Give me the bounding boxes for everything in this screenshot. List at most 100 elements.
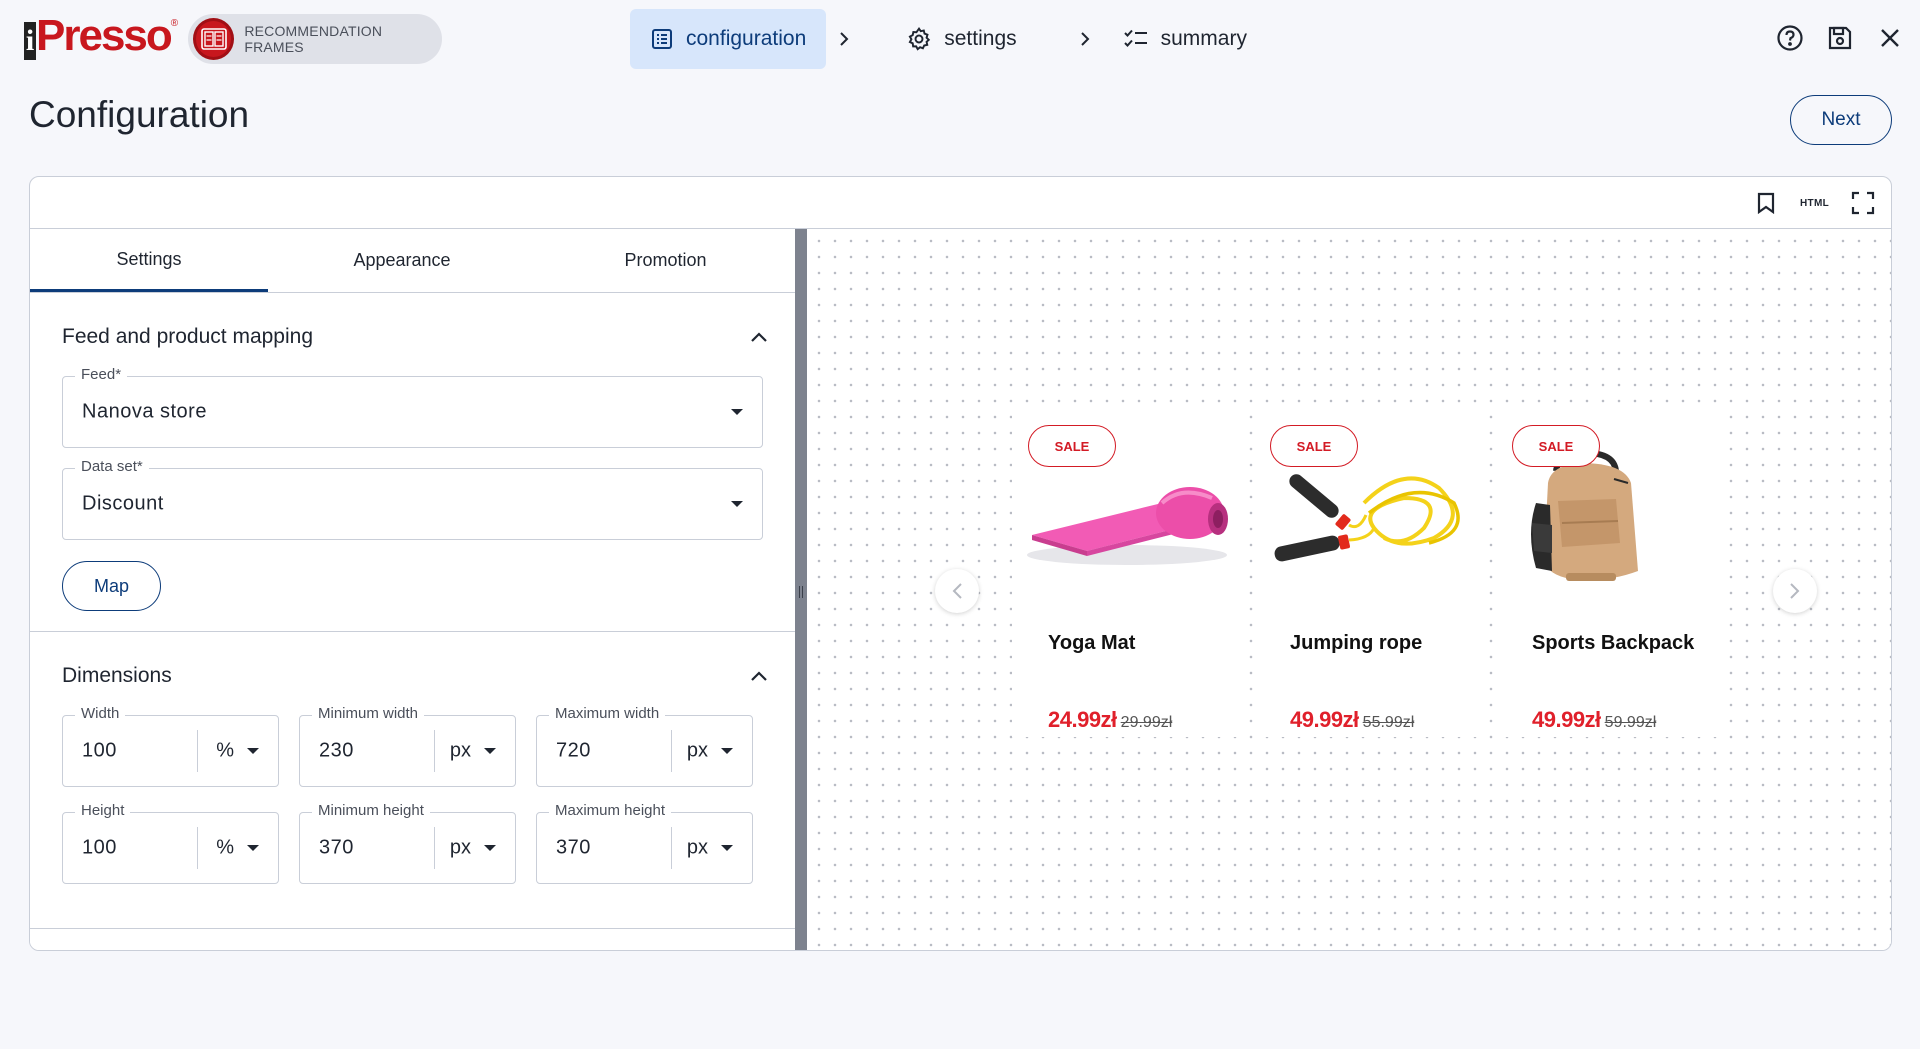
min-width-field[interactable]: Minimum width 230 px — [299, 705, 516, 787]
height-field[interactable]: Height 100 % — [62, 802, 279, 884]
min-height-unit-select[interactable]: px — [450, 837, 471, 860]
dataset-select[interactable]: Data set* Discount — [62, 458, 763, 540]
height-label: Height — [75, 802, 131, 819]
required-mark: * — [115, 366, 122, 383]
step-summary[interactable]: summary — [1103, 9, 1267, 69]
product-card[interactable]: SALE Sports Backpack 49.99zł 59.99zł — [1496, 407, 1726, 737]
dataset-label: Data set — [81, 458, 137, 475]
feed-mapping-header[interactable]: Feed and product mapping — [30, 293, 795, 381]
drag-handle-icon[interactable] — [799, 586, 803, 598]
section-title: Feed and product mapping — [62, 325, 314, 348]
page-title: Configuration — [29, 94, 250, 135]
max-height-label: Maximum height — [549, 802, 672, 819]
product-card[interactable]: SALE Yoga Mat 24.99zł 29.99zł — [1012, 407, 1242, 737]
tab-appearance[interactable]: Appearance — [268, 229, 536, 292]
carousel-prev-button[interactable] — [935, 569, 979, 613]
caret-down-icon — [730, 408, 744, 416]
min-height-value[interactable]: 370 — [319, 837, 354, 860]
width-label: Width — [75, 705, 126, 722]
product-price: 49.99zł — [1532, 707, 1601, 732]
tab-settings[interactable]: Settings — [30, 229, 268, 292]
html-view-button[interactable]: HTML — [1800, 189, 1829, 217]
top-bar: i Presso ® RECOMMENDATION FRAMES configu… — [0, 0, 1920, 78]
product-prices: 24.99zł 29.99zł — [1048, 707, 1172, 733]
settings-panel: Settings Appearance Promotion Feed and p… — [30, 229, 795, 950]
step-label: configuration — [686, 27, 807, 50]
caret-down-icon[interactable] — [246, 844, 260, 852]
help-icon[interactable] — [1774, 22, 1806, 54]
close-icon[interactable] — [1874, 22, 1906, 54]
feed-label: Feed — [81, 366, 116, 383]
product-name: Yoga Mat — [1048, 632, 1136, 654]
step-label: summary — [1160, 27, 1247, 50]
dataset-value: Discount — [82, 492, 164, 515]
save-icon[interactable] — [1824, 22, 1856, 54]
configuration-card: HTML Settings Appearance Promotion Feed … — [29, 176, 1892, 951]
feed-select[interactable]: Feed* Nanova store — [62, 366, 763, 448]
min-width-label: Minimum width — [312, 705, 425, 722]
height-value[interactable]: 100 — [82, 837, 117, 860]
checklist-icon — [1123, 28, 1149, 50]
width-field[interactable]: Width 100 % — [62, 705, 279, 787]
product-price: 49.99zł — [1290, 707, 1359, 732]
max-height-value[interactable]: 370 — [556, 837, 591, 860]
product-prices: 49.99zł 59.99zł — [1532, 707, 1656, 733]
step-configuration[interactable]: configuration — [630, 9, 827, 69]
max-width-value[interactable]: 720 — [556, 740, 591, 763]
caret-down-icon[interactable] — [720, 844, 734, 852]
min-height-label: Minimum height — [312, 802, 430, 819]
ipresso-logo: i Presso ® — [24, 11, 179, 60]
feed-mapping-section: Feed and product mapping Feed* Nanova st… — [30, 293, 795, 632]
min-width-value[interactable]: 230 — [319, 740, 354, 763]
map-button[interactable]: Map — [62, 561, 161, 611]
product-old-price: 29.99zł — [1120, 714, 1173, 731]
wizard-steps: configuration settings summary — [630, 9, 1267, 69]
caret-down-icon[interactable] — [483, 747, 497, 755]
step-settings[interactable]: settings — [886, 9, 1036, 69]
product-prices: 49.99zł 55.99zł — [1290, 707, 1414, 733]
product-card[interactable]: SALE Jumping rope 49.99zł 55.99zł — [1254, 407, 1484, 737]
chevron-right-icon — [1067, 9, 1103, 69]
chevron-up-icon[interactable] — [751, 332, 767, 342]
caret-down-icon[interactable] — [483, 844, 497, 852]
caret-down-icon[interactable] — [246, 747, 260, 755]
max-height-field[interactable]: Maximum height 370 px — [536, 802, 753, 884]
product-name: Sports Backpack — [1532, 632, 1695, 654]
sale-badge: SALE — [1028, 425, 1116, 467]
width-value[interactable]: 100 — [82, 740, 117, 763]
module-badge: RECOMMENDATION FRAMES — [188, 14, 442, 64]
max-height-unit-select[interactable]: px — [687, 837, 708, 860]
max-width-unit-select[interactable]: px — [687, 740, 708, 763]
step-label: settings — [944, 27, 1017, 50]
chevron-right-icon — [826, 9, 862, 69]
top-actions — [1774, 22, 1906, 54]
feed-value: Nanova store — [82, 400, 207, 423]
min-height-field[interactable]: Minimum height 370 px — [299, 802, 516, 884]
sale-badge: SALE — [1270, 425, 1358, 467]
bookmark-icon[interactable] — [1752, 189, 1780, 217]
carousel-next-button[interactable] — [1773, 569, 1817, 613]
frame-preview: SALE Yoga Mat 24.99zł 29.99zł SALE Jumpi… — [807, 229, 1891, 950]
fullscreen-icon[interactable] — [1849, 189, 1877, 217]
caret-down-icon[interactable] — [720, 747, 734, 755]
module-label: RECOMMENDATION FRAMES — [244, 23, 383, 55]
recommendation-frames-icon — [193, 18, 235, 60]
product-price: 24.99zł — [1048, 707, 1117, 732]
chevron-left-icon — [952, 583, 962, 599]
sale-badge: SALE — [1512, 425, 1600, 467]
product-old-price: 55.99zł — [1362, 714, 1415, 731]
max-width-field[interactable]: Maximum width 720 px — [536, 705, 753, 787]
gear-icon — [906, 26, 932, 52]
panel-splitter[interactable] — [795, 229, 807, 950]
next-button[interactable]: Next — [1790, 95, 1892, 145]
product-old-price: 59.99zł — [1604, 714, 1657, 731]
section-title: Dimensions — [62, 664, 172, 687]
width-unit-select[interactable]: % — [216, 740, 234, 763]
min-width-unit-select[interactable]: px — [450, 740, 471, 763]
chevron-up-icon[interactable] — [751, 671, 767, 681]
tab-promotion[interactable]: Promotion — [536, 229, 795, 292]
height-unit-select[interactable]: % — [216, 837, 234, 860]
required-mark: * — [136, 458, 143, 475]
card-toolbar: HTML — [30, 177, 1891, 229]
caret-down-icon — [730, 500, 744, 508]
